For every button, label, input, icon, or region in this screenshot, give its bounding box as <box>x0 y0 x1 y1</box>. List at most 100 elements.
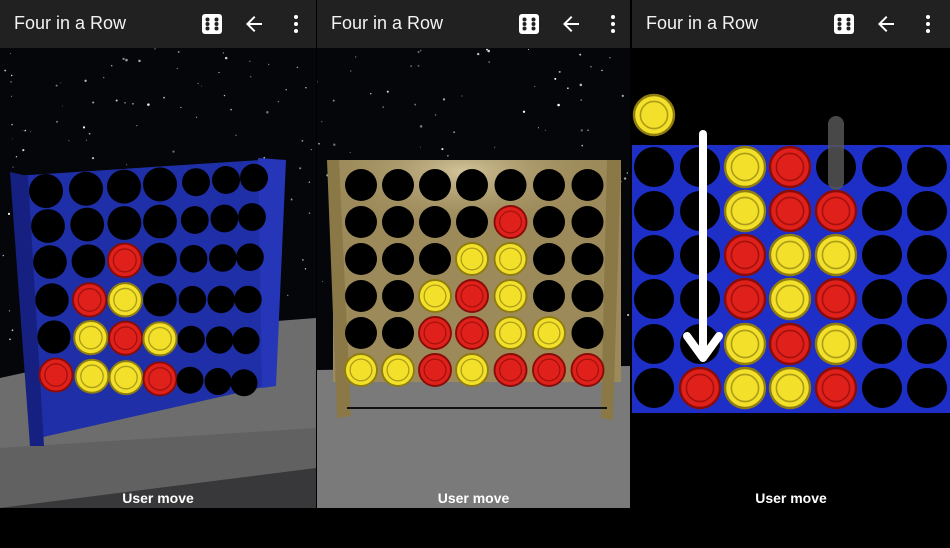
star <box>11 329 14 331</box>
star <box>333 143 336 146</box>
board-cell <box>108 320 144 356</box>
board-cell <box>814 233 858 277</box>
board-cell <box>455 316 489 350</box>
board-cell <box>107 206 142 240</box>
star <box>417 50 420 54</box>
board-cell <box>209 244 237 272</box>
star <box>223 94 226 97</box>
star <box>522 110 526 113</box>
more-vert-icon[interactable] <box>601 12 625 36</box>
star <box>82 126 86 129</box>
game-scene[interactable]: User move <box>0 48 316 508</box>
star <box>12 166 14 168</box>
star <box>477 52 480 56</box>
star <box>558 70 561 73</box>
dice-icon[interactable] <box>832 12 856 36</box>
more-vert-icon[interactable] <box>284 12 308 36</box>
board-cell <box>533 280 565 312</box>
app-title: Four in a Row <box>331 13 444 33</box>
board-cell <box>634 368 674 408</box>
board-2d[interactable] <box>632 48 950 508</box>
board-cell <box>71 282 108 318</box>
board-cell <box>907 147 947 187</box>
star <box>195 116 198 118</box>
board-cell <box>107 169 141 204</box>
board-cell <box>345 317 377 349</box>
star <box>301 140 304 142</box>
board-cell <box>382 243 414 275</box>
board-cell <box>907 279 947 319</box>
star <box>122 57 125 61</box>
board-cell <box>180 206 209 234</box>
star <box>22 149 25 152</box>
board-cell <box>907 368 947 408</box>
star <box>350 70 352 72</box>
star <box>115 99 118 102</box>
star <box>544 129 546 131</box>
game-scene[interactable]: User move <box>317 48 630 508</box>
board-cell <box>862 279 902 319</box>
board-cell <box>570 353 605 387</box>
star <box>488 61 490 63</box>
board-3d-blue[interactable] <box>0 48 316 508</box>
board-cell <box>37 320 71 354</box>
board-cell <box>382 169 414 201</box>
board-cell <box>204 368 232 395</box>
board-cell <box>143 283 177 317</box>
star <box>537 127 539 129</box>
star <box>318 142 320 145</box>
star <box>305 87 307 89</box>
star <box>299 167 302 170</box>
more-vert-icon[interactable] <box>916 12 940 36</box>
board-cell <box>35 283 69 317</box>
table-surface <box>317 366 630 508</box>
star <box>382 106 385 108</box>
board-cell <box>723 189 767 233</box>
back-arrow-icon[interactable] <box>242 12 266 36</box>
board-cell <box>143 242 177 277</box>
board-cell <box>768 366 812 410</box>
star <box>126 164 128 166</box>
board-cell <box>862 324 902 364</box>
board-cell <box>814 322 858 366</box>
dice-icon[interactable] <box>200 12 224 36</box>
board-cell <box>907 191 947 231</box>
star <box>308 212 311 214</box>
back-arrow-icon[interactable] <box>874 12 898 36</box>
board-cell <box>69 171 103 206</box>
star <box>580 99 583 102</box>
star <box>249 75 252 78</box>
board-cell <box>236 243 264 271</box>
game-panel-flat-2d: Four in a Row User move <box>632 0 950 508</box>
board-cell <box>634 191 674 231</box>
board-cell <box>176 366 204 394</box>
star <box>138 59 141 63</box>
back-arrow-icon[interactable] <box>559 12 583 36</box>
star <box>11 74 13 77</box>
star <box>136 125 138 127</box>
star <box>224 56 228 60</box>
app-toolbar: Four in a Row <box>317 0 630 48</box>
game-panel-wood-3d: Four in a Row User move <box>317 0 630 508</box>
board-cell <box>768 145 812 189</box>
star <box>626 172 628 174</box>
star <box>461 95 463 97</box>
game-scene[interactable]: User move <box>632 48 950 508</box>
game-panel-blue-3d: Four in a Row User move <box>0 0 316 508</box>
app-title: Four in a Row <box>14 13 127 33</box>
board-cell <box>814 277 858 321</box>
board-cell <box>31 209 65 243</box>
board-cell <box>206 326 234 354</box>
star <box>92 101 95 104</box>
board-cell <box>455 242 489 276</box>
board-3d-wood[interactable] <box>317 48 630 508</box>
board-cell <box>723 277 767 321</box>
board-cell <box>493 316 528 350</box>
star <box>55 120 59 123</box>
star <box>621 94 624 98</box>
board-cell <box>238 203 266 231</box>
star <box>235 134 237 136</box>
dice-icon[interactable] <box>517 12 541 36</box>
star <box>441 148 444 151</box>
star <box>267 63 270 66</box>
